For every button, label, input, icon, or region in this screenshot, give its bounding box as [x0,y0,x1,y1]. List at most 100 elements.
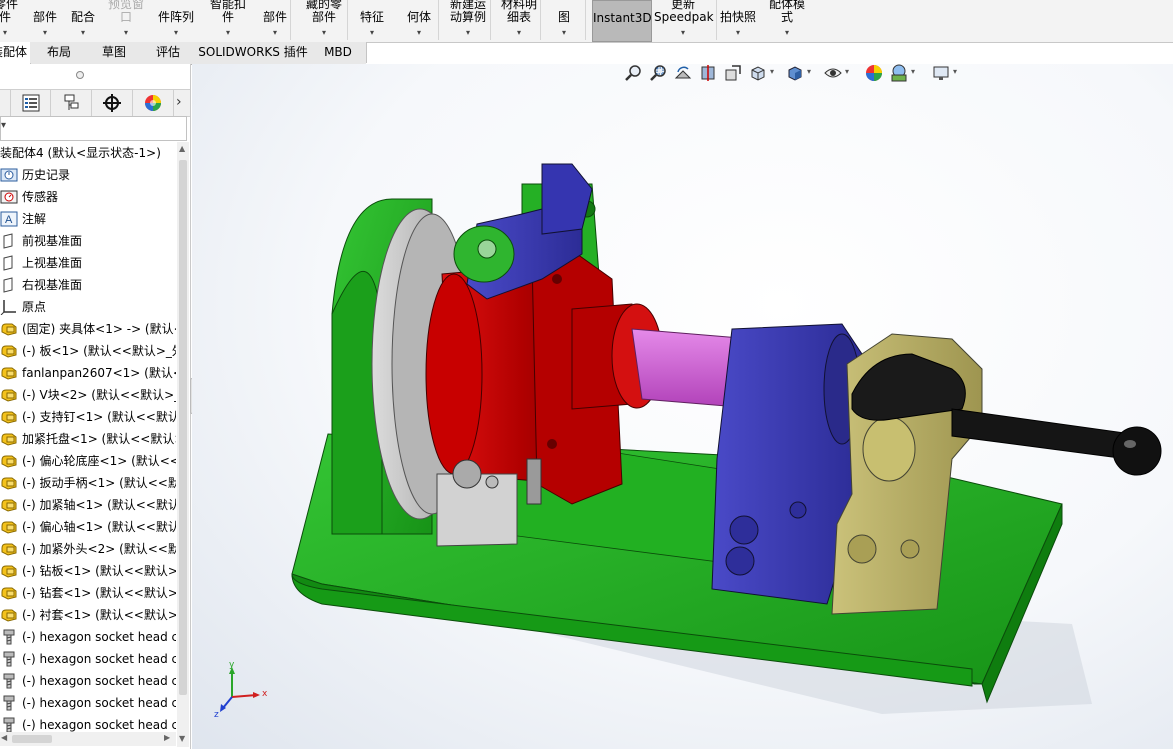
panel-collapse-dot[interactable] [76,71,84,79]
tree-item[interactable]: (-) 扳动手柄<1> (默认<<默 [0,472,176,494]
ribbon-button-13[interactable]: Instant3D [592,0,652,42]
ribbon-separator [716,0,717,40]
tree-item[interactable]: 右视基准面 [0,274,176,296]
tree-item[interactable]: (-) 偏心轴<1> (默认<<默认 [0,516,176,538]
ribbon-button-1[interactable]: 部件 ▾ [30,0,60,40]
tree-item[interactable]: (-) 加紧轴<1> (默认<<默认 [0,494,176,516]
tree-item-label: (-) V块<2> (默认<<默认>_ [22,388,176,402]
ribbon-button-2[interactable]: 配合 ▾ [68,0,98,40]
part-icon [0,607,18,623]
ribbon-button-0[interactable]: 零件 件 ▾ [0,0,19,40]
assembly-model[interactable] [192,64,1173,749]
ribbon-button-8[interactable]: 特征 ▾ [356,0,388,40]
tree-item[interactable]: (-) 钻板<1> (默认<<默认>_ [0,560,176,582]
tree-item-label: (-) 偏心轴<1> (默认<<默认 [22,520,176,534]
ribbon-button-label: 大型装 配体模 式 [768,0,805,24]
tree-vertical-scrollbar[interactable]: ▲ ▼ [177,142,189,747]
history-icon [0,167,18,183]
chevron-right-icon[interactable]: › [176,94,182,110]
tree-item[interactable]: (-) 衬套<1> (默认<<默认>_ [0,604,176,626]
display-manager-tab[interactable] [133,90,174,116]
graphics-viewport[interactable]: ▾ ▾ ▾ ▾ ▾ y x z [192,64,1173,749]
scrollbar-thumb[interactable] [179,160,187,695]
ribbon-button-4[interactable]: 件阵列 ▾ [156,0,196,40]
tree-item[interactable]: 上视基准面 [0,252,176,274]
ribbon-button-label: 件阵列 [157,10,194,24]
tree-item[interactable]: (-) hexagon socket head c [0,626,176,648]
ribbon-button-7[interactable]: 显示隐 藏的零 部件 ▾ [304,0,344,40]
triad-y-label: y [229,660,235,670]
ribbon-button-5[interactable]: 智能扣 件 ▾ [206,0,250,40]
tab-5[interactable]: MBD [310,42,367,63]
tree-item[interactable]: A 注解 [0,208,176,230]
ribbon-button-10[interactable]: 新建运 动算例 ▾ [446,0,490,40]
tab-3[interactable]: 评估 [140,42,197,63]
tree-item[interactable]: (-) 钻套<1> (默认<<默认>_ [0,582,176,604]
screw-icon [0,717,18,733]
ribbon-button-12[interactable]: 图 ▾ [552,0,576,40]
tree-filter-input[interactable]: ▾ [0,116,187,141]
tree-item[interactable]: (-) hexagon socket head c [0,648,176,670]
tree-item[interactable]: (-) 支持钉<1> (默认<<默认 [0,406,176,428]
tree-item[interactable]: (-) V块<2> (默认<<默认>_ [0,384,176,406]
crosshair-icon [103,94,121,112]
tree-item-label: (-) hexagon socket head c [22,674,176,688]
tab-4[interactable]: SOLIDWORKS 插件 [196,42,311,63]
configuration-manager-icon [64,94,79,110]
tree-item[interactable]: 传感器 [0,186,176,208]
tree-item[interactable]: 历史记录 [0,164,176,186]
part-icon [0,453,18,469]
ribbon-button-label: Instant3D [593,11,652,25]
tab-1[interactable]: 布局 [30,42,89,63]
olive-seat-screw [847,534,877,564]
ribbon-button-11[interactable]: 材料明 细表 ▾ [497,0,541,40]
annotation-icon: A [0,211,18,227]
tree-item[interactable]: (-) 加紧外头<2> (默认<<默 [0,538,176,560]
ribbon-button-6[interactable]: 部件 ▾ [258,0,292,40]
tree-item[interactable]: fanlanpan2607<1> (默认< [0,362,176,384]
svg-text:A: A [5,214,13,226]
ribbon-button-16[interactable]: 大型装 配体模 式 ▾ [764,0,810,40]
tree-item[interactable]: (固定) 夹具体<1> -> (默认< [0,318,176,340]
command-manager-tabs: 装配体布局草图评估SOLIDWORKS 插件MBD [0,42,367,65]
tree-item-label: (-) 加紧轴<1> (默认<<默认 [22,498,176,512]
scroll-right-arrow-icon[interactable]: ▶ [164,733,170,742]
scroll-up-arrow-icon[interactable]: ▲ [179,144,185,153]
tree-item[interactable]: (-) 板<1> (默认<<默认>_外 [0,340,176,362]
tree-item[interactable]: (-) hexagon socket head c [0,670,176,692]
tree-item[interactable]: (-) hexagon socket head c [0,692,176,714]
property-manager-icon [22,94,40,112]
dimxpert-manager-tab[interactable] [92,90,133,116]
tree-item[interactable]: (-) 偏心轮底座<1> (默认<< [0,450,176,472]
tree-item-label: (-) 衬套<1> (默认<<默认>_ [22,608,176,622]
tree-horizontal-scrollbar[interactable]: ◀ ▶ [0,732,176,746]
dropdown-caret-icon: ▾ [2,28,7,37]
tree-item[interactable]: 前视基准面 [0,230,176,252]
tree-root[interactable]: 装配体4 (默认<显示状态-1>) [0,142,176,164]
ribbon-button-label: 配合 [70,10,95,24]
tree-item-label: (-) 板<1> (默认<<默认>_外 [22,344,176,358]
ribbon-button-9[interactable]: 何体 ▾ [403,0,435,40]
part-icon [0,409,18,425]
tab-2[interactable]: 草图 [88,42,141,63]
ribbon-button-label: 零件 件 [0,0,19,24]
ribbon-button-15[interactable]: 拍快照 ▾ [719,0,757,40]
scroll-down-arrow-icon[interactable]: ▼ [179,734,185,743]
handle-knob [1112,426,1162,476]
tree-item-label: 前视基准面 [22,234,83,248]
ribbon-button-3[interactable]: 零部件 预览窗 口 ▾ [104,0,148,40]
ribbon-button-14[interactable]: 更新 Speedpak ▾ [654,0,714,40]
tree-item-label: (-) 钻套<1> (默认<<默认>_ [22,586,176,600]
tree-item[interactable]: 加紧托盘<1> (默认<<默认> [0,428,176,450]
h-scrollbar-thumb[interactable] [12,735,52,743]
configuration-manager-tab[interactable] [51,90,92,116]
scroll-left-arrow-icon[interactable]: ◀ [1,733,7,742]
feature-manager-tab[interactable] [0,90,11,116]
tree-item-label: (-) 加紧外头<2> (默认<<默 [22,542,176,556]
tab-0[interactable]: 装配体 [0,42,31,64]
tree-root-label: 装配体4 (默认<显示状态-1>) [0,146,161,160]
ribbon-separator [490,0,491,40]
tree-item-label: (-) hexagon socket head c [22,696,176,710]
property-manager-tab[interactable] [11,90,51,116]
tree-item[interactable]: 原点 [0,296,176,318]
